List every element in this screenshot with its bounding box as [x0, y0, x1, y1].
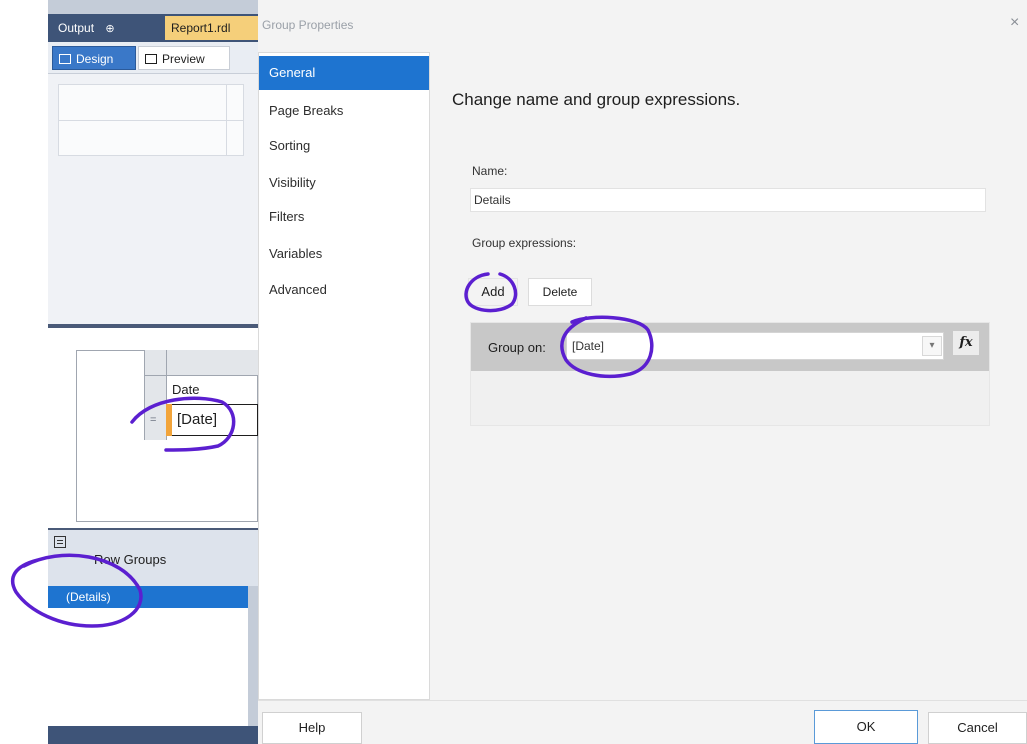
preview-button[interactable]: Preview [138, 46, 230, 70]
cancel-button[interactable]: Cancel [928, 712, 1027, 744]
nav-visibility[interactable]: Visibility [259, 166, 429, 200]
name-input[interactable]: Details [470, 188, 986, 212]
ide-bottom-bar [48, 726, 258, 744]
nav-filters[interactable]: Filters [259, 200, 429, 234]
help-button[interactable]: Help [262, 712, 362, 744]
group-expressions-label: Group expressions: [472, 236, 577, 250]
nav-page-breaks[interactable]: Page Breaks [259, 94, 429, 128]
row-group-details[interactable]: (Details) [48, 586, 248, 608]
design-button[interactable]: Design [52, 46, 136, 70]
row-groups-title: Row Groups [94, 552, 167, 567]
close-icon[interactable]: × [1010, 14, 1019, 32]
design-icon [59, 54, 71, 64]
chevron-down-icon[interactable]: ▾ [922, 336, 942, 356]
group-on-label: Group on: [488, 340, 546, 355]
footer-divider [258, 700, 1027, 701]
pin-icon[interactable]: ⊕ [105, 19, 114, 39]
table-column-handle[interactable] [144, 350, 258, 376]
tab-report[interactable]: Report1.rdl [165, 16, 258, 40]
preview-label: Preview [162, 52, 205, 66]
screenshot-root: Output ⊕ Report1.rdl Design Preview Date… [0, 0, 1027, 744]
delete-button[interactable]: Delete [528, 278, 592, 306]
group-on-select[interactable]: [Date] [566, 332, 944, 360]
tab-output-label: Output [58, 21, 95, 35]
row-groups-list [48, 608, 248, 726]
add-button[interactable]: Add [468, 278, 518, 306]
left-margin [0, 0, 48, 744]
expression-fx-button[interactable]: fx [952, 330, 980, 356]
row-groups-icon [54, 536, 66, 548]
page-heading: Change name and group expressions. [452, 90, 741, 109]
nav-general[interactable]: General [259, 56, 429, 90]
grid-divider [58, 120, 244, 121]
table-cell-date[interactable]: [Date] [166, 404, 258, 436]
dialog-title: Group Properties [262, 18, 354, 32]
preview-icon [145, 54, 157, 64]
table-row-handle[interactable] [144, 376, 166, 440]
details-row-marker: = [150, 414, 157, 426]
ok-button[interactable]: OK [814, 710, 918, 744]
cell-selection-marker [166, 404, 172, 436]
nav-advanced[interactable]: Advanced [259, 273, 429, 307]
tab-output[interactable]: Output ⊕ [54, 18, 119, 38]
grid-divider-vertical [226, 84, 227, 156]
name-label: Name: [472, 164, 508, 178]
design-label: Design [76, 52, 114, 66]
nav-variables[interactable]: Variables [259, 237, 429, 271]
table-header-date[interactable]: Date [172, 382, 199, 397]
nav-sorting[interactable]: Sorting [259, 129, 429, 163]
